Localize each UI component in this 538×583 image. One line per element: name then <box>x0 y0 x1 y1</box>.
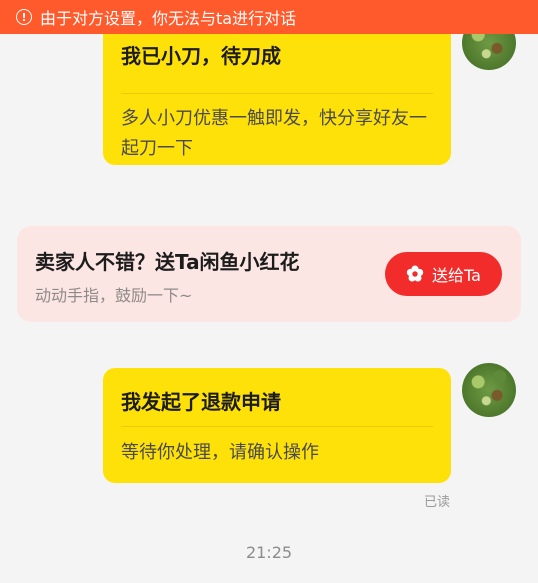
message-description: 等待你处理，请确认操作 <box>121 442 319 463</box>
message-divider <box>121 426 433 427</box>
flower-icon <box>406 265 424 282</box>
message-description: 多人小刀优惠一触即发，快分享好友一起刀一下 <box>121 108 427 159</box>
read-status: 已读 <box>424 495 451 510</box>
exclamation-circle-icon: ! <box>16 9 32 25</box>
chat-disabled-banner: ! 由于对方设置，你无法与ta进行对话 <box>0 0 538 34</box>
message-timestamp: 21:25 <box>245 543 293 562</box>
message-bubble-bargain[interactable]: 我已小刀，待刀成 多人小刀优惠一触即发，快分享好友一起刀一下 <box>103 14 451 165</box>
send-flower-label: 送给Ta <box>432 266 481 285</box>
message-bubble-refund[interactable]: 我发起了退款申请 等待你处理，请确认操作 <box>103 368 451 483</box>
chat-screen: ! 由于对方设置，你无法与ta进行对话 我已小刀，待刀成 多人小刀优惠一触即发，… <box>0 0 538 583</box>
message-title: 我发起了退款申请 <box>121 390 281 414</box>
message-title: 我已小刀，待刀成 <box>121 44 281 68</box>
message-divider <box>121 93 433 94</box>
banner-text: 由于对方设置，你无法与ta进行对话 <box>40 9 297 28</box>
flower-card-subtitle: 动动手指，鼓励一下~ <box>35 286 193 305</box>
send-flower-button[interactable]: 送给Ta <box>385 252 502 296</box>
avatar[interactable] <box>462 363 516 417</box>
send-flower-card: 卖家人不错？送Ta闲鱼小红花 动动手指，鼓励一下~ 送给Ta <box>17 226 521 322</box>
flower-card-title: 卖家人不错？送Ta闲鱼小红花 <box>35 250 300 274</box>
